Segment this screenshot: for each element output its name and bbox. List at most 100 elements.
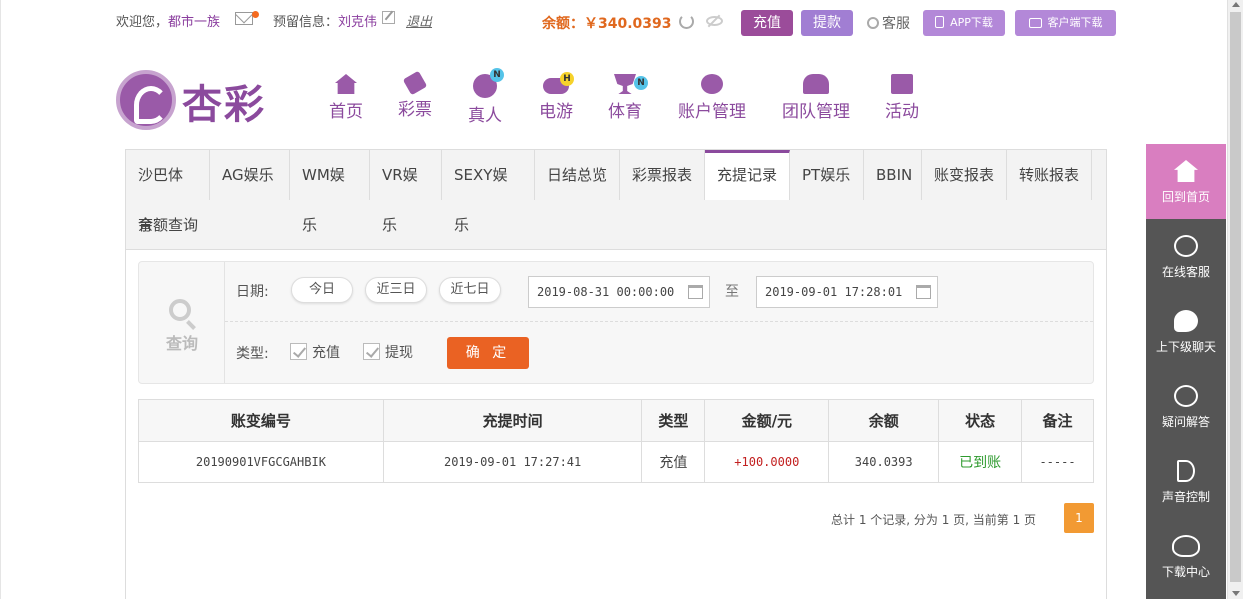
nav-live[interactable]: N 真人	[468, 68, 504, 126]
scroll-thumb[interactable]	[1230, 12, 1241, 582]
tab-ag[interactable]: AG娱乐	[210, 150, 290, 200]
calendar-icon[interactable]	[916, 285, 931, 299]
col-balance: 余额	[828, 399, 940, 442]
search-trigger[interactable]: 查询	[139, 262, 225, 383]
col-time: 充提时间	[382, 399, 643, 442]
last-3-days-button[interactable]: 近三日	[365, 277, 427, 303]
balance-display: 余额：￥340.0393	[542, 16, 672, 32]
nav-label: 账户管理	[678, 102, 746, 122]
download-center-button[interactable]: 下载中心	[1146, 519, 1226, 594]
mail-icon[interactable]	[235, 12, 253, 25]
nav-label: 电游	[539, 102, 573, 122]
customer-service-link[interactable]: 客服	[867, 13, 910, 33]
calendar-icon[interactable]	[688, 285, 703, 299]
tab-transaction-report[interactable]: 账变报表	[922, 150, 1007, 200]
nav-egame[interactable]: H 电游	[539, 72, 574, 122]
logout-link[interactable]: 退出	[406, 11, 432, 30]
nav-label: 体育	[608, 102, 642, 122]
search-label: 查询	[165, 334, 198, 353]
withdraw-checkbox[interactable]: 提现	[363, 342, 413, 362]
scroll-down-icon[interactable]	[1232, 591, 1240, 596]
ticket-icon	[402, 70, 428, 96]
recharge-button[interactable]: 充值	[741, 10, 793, 36]
nav-account[interactable]: 账户管理	[678, 74, 746, 122]
dealer-icon: N	[473, 68, 504, 98]
date-row: 日期: 今日 近三日 近七日 2019-08-31 00:00:00 至 201…	[225, 262, 1093, 322]
new-badge: N	[634, 76, 648, 90]
logo-mark-icon	[116, 70, 176, 130]
nav-sports[interactable]: N 体育	[608, 74, 648, 122]
content-panel: 沙巴体育 AG娱乐 WM娱乐 VR娱乐 SEXY娱乐 日结总览 彩票报表 充提记…	[125, 149, 1107, 599]
app-download-button[interactable]: APP下载	[923, 10, 1005, 36]
tab-balance-query[interactable]: 余额查询	[126, 200, 210, 250]
refresh-icon[interactable]	[679, 14, 694, 29]
col-type: 类型	[641, 399, 706, 442]
nav-lottery[interactable]: 彩票	[398, 70, 432, 120]
status-cell: 已到账	[938, 441, 1023, 483]
team-icon	[803, 74, 829, 94]
col-amount: 金额/元	[704, 399, 830, 442]
site-logo[interactable]: 杏彩	[116, 70, 268, 132]
checkbox-icon	[290, 343, 307, 360]
home-icon	[335, 74, 357, 94]
confirm-button[interactable]: 确 定	[447, 337, 529, 369]
tab-daily-summary[interactable]: 日结总览	[535, 150, 620, 200]
headset-24-icon	[1174, 235, 1198, 257]
end-date-input[interactable]: 2019-09-01 17:28:01	[756, 276, 938, 308]
table-row: 20190901VFGCGAHBIK 2019-09-01 17:27:41 充…	[138, 441, 1094, 483]
chat-icon	[1174, 310, 1198, 332]
last-7-days-button[interactable]: 近七日	[439, 277, 501, 303]
nav-team[interactable]: 团队管理	[782, 74, 850, 122]
nav-label: 团队管理	[782, 102, 850, 122]
page-1-button[interactable]: 1	[1064, 503, 1094, 533]
home-icon	[1174, 160, 1198, 182]
edit-icon[interactable]	[382, 11, 395, 24]
amount-cell: +100.0000	[704, 441, 830, 483]
sound-control-button[interactable]: 声音控制	[1146, 444, 1226, 519]
team-chat-button[interactable]: 上下级聊天	[1146, 294, 1226, 369]
back-home-button[interactable]: 回到首页	[1146, 144, 1226, 219]
tab-sexy[interactable]: SEXY娱乐	[442, 150, 535, 234]
table-header-row: 账变编号 充提时间 类型 金额/元 余额 状态 备注	[138, 399, 1094, 442]
faq-button[interactable]: 疑问解答	[1146, 369, 1226, 444]
deposit-checkbox[interactable]: 充值	[290, 342, 340, 362]
unread-dot	[252, 11, 259, 18]
report-tabs: 沙巴体育 AG娱乐 WM娱乐 VR娱乐 SEXY娱乐 日结总览 彩票报表 充提记…	[126, 150, 1106, 250]
start-date-input[interactable]: 2019-08-31 00:00:00	[528, 276, 710, 308]
tab-lottery-report[interactable]: 彩票报表	[620, 150, 705, 200]
sidebar-label: 在线客服	[1161, 265, 1210, 279]
hide-balance-icon[interactable]	[706, 16, 723, 26]
yen-coin-icon	[701, 74, 723, 94]
sidebar-label: 疑问解答	[1161, 415, 1210, 429]
sidebar-label: 声音控制	[1161, 490, 1210, 504]
nav-label: 活动	[885, 102, 919, 122]
reserve-label: 预留信息：	[273, 15, 339, 30]
vertical-scrollbar[interactable]	[1227, 0, 1243, 599]
type-cell: 充值	[641, 441, 706, 483]
tab-pt[interactable]: PT娱乐	[790, 150, 864, 200]
scroll-up-icon[interactable]	[1232, 2, 1240, 7]
records-table: 账变编号 充提时间 类型 金额/元 余额 状态 备注 20190901VFGCG…	[138, 399, 1094, 483]
tab-saba-sports[interactable]: 沙巴体育	[126, 150, 210, 234]
col-txn-id: 账变编号	[138, 399, 384, 442]
customer-service-icon	[867, 17, 879, 29]
withdraw-button[interactable]: 提款	[801, 10, 853, 36]
nav-label: 真人	[468, 106, 502, 126]
welcome-label: 欢迎您，	[116, 15, 169, 30]
online-service-button[interactable]: 在线客服	[1146, 219, 1226, 294]
deposit-label: 充值	[312, 345, 340, 361]
nav-home[interactable]: 首页	[329, 74, 363, 122]
top-bar: 欢迎您，都市一族 预留信息：刘克伟 退出 余额：￥340.0393 充值 提款 …	[1, 0, 1228, 44]
monitor-icon	[1028, 18, 1042, 28]
gamepad-icon: H	[543, 72, 574, 94]
today-button[interactable]: 今日	[291, 277, 353, 303]
username-link[interactable]: 都市一族	[168, 15, 220, 30]
tab-transfer-report[interactable]: 转账报表	[1007, 150, 1092, 200]
client-download-button[interactable]: 客户端下载	[1015, 10, 1116, 36]
tab-bbin[interactable]: BBIN	[864, 150, 922, 200]
nav-promotions[interactable]: 活动	[885, 74, 919, 122]
tab-vr[interactable]: VR娱乐	[370, 150, 442, 234]
client-download-label: 客户端下载	[1047, 16, 1103, 29]
tab-deposit-withdraw[interactable]: 充提记录	[705, 150, 790, 200]
tab-wm[interactable]: WM娱乐	[290, 150, 370, 234]
